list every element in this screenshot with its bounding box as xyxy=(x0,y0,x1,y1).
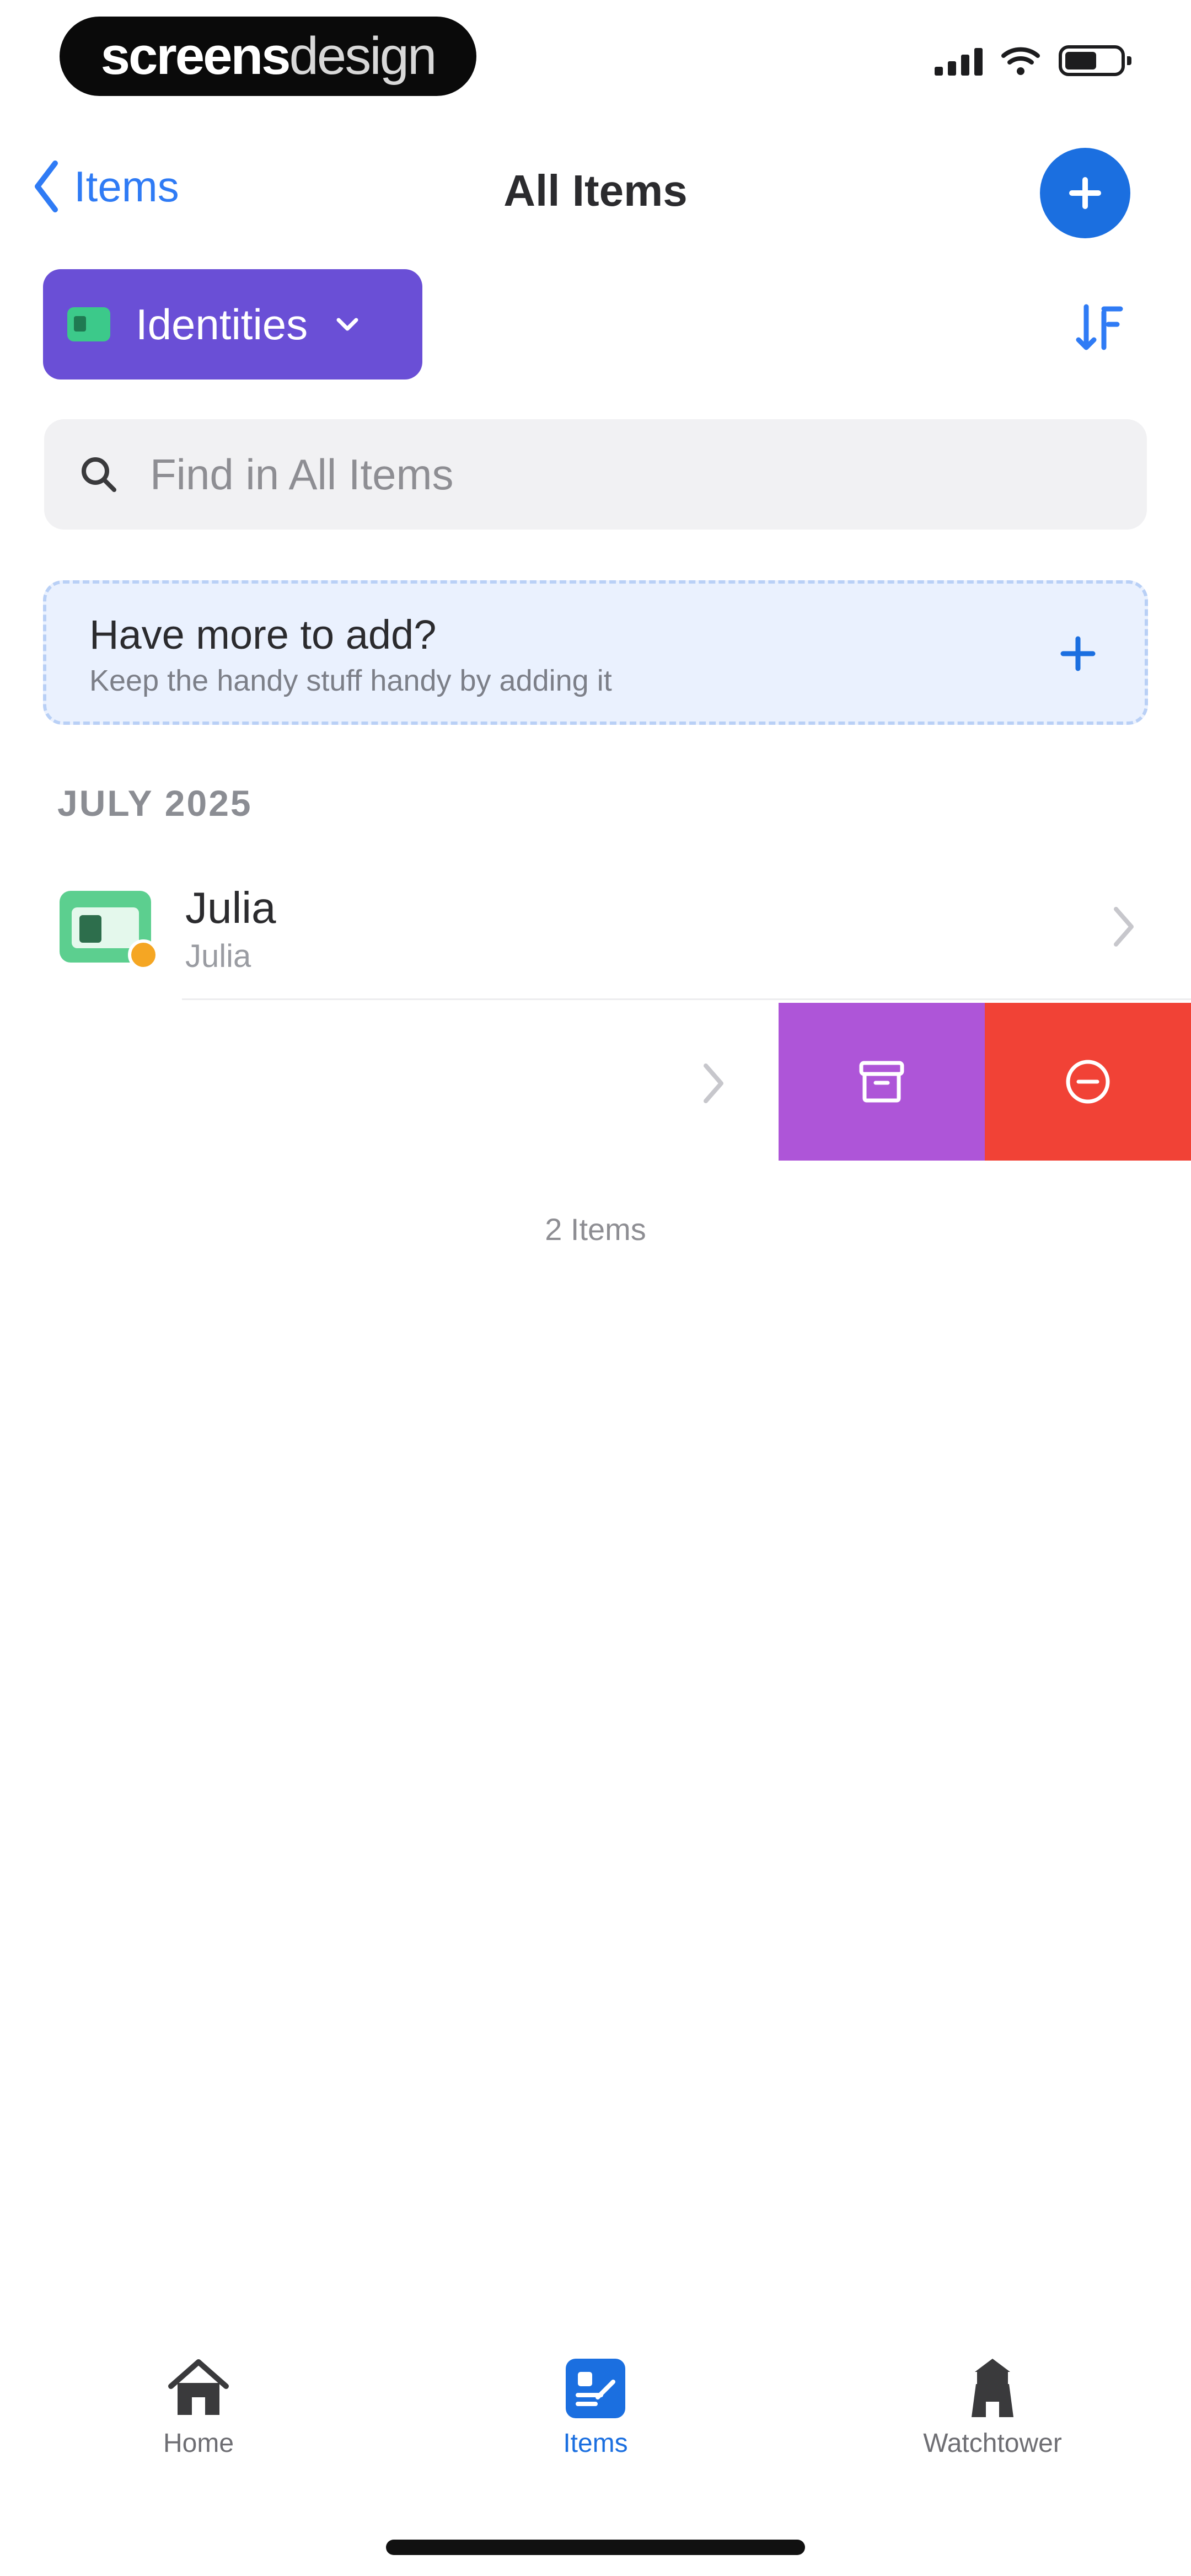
watchtower-icon xyxy=(972,2359,1013,2417)
section-heading: JULY 2025 xyxy=(57,783,253,824)
chevron-right-icon[interactable] xyxy=(699,1061,727,1105)
list-item-subtitle: Julia xyxy=(185,938,251,974)
plus-icon xyxy=(1069,177,1101,209)
tab-label: Watchtower xyxy=(923,2429,1062,2458)
home-indicator xyxy=(386,2540,805,2555)
add-more-card[interactable]: Have more to add? Keep the handy stuff h… xyxy=(43,580,1148,725)
brand-bold: screens xyxy=(100,26,291,85)
brand-light: design xyxy=(289,26,437,85)
promo-title: Have more to add? xyxy=(89,612,437,658)
page-title: All Items xyxy=(503,166,688,215)
sort-icon[interactable] xyxy=(1074,302,1124,352)
identity-card-icon xyxy=(60,891,159,970)
plus-icon[interactable] xyxy=(1059,634,1097,673)
items-icon xyxy=(566,2359,625,2418)
home-icon xyxy=(168,2359,229,2415)
tab-items[interactable]: Items xyxy=(452,2355,739,2459)
tab-label: Items xyxy=(563,2429,628,2458)
archive-icon xyxy=(859,1061,904,1103)
search-icon xyxy=(82,457,116,492)
search-bar[interactable] xyxy=(44,419,1147,530)
items-count: 2 Items xyxy=(545,1212,646,1247)
tab-watchtower[interactable]: Watchtower xyxy=(849,2355,1136,2459)
search-input[interactable] xyxy=(149,448,1033,500)
chevron-down-icon xyxy=(336,318,358,331)
wifi-icon xyxy=(1001,47,1040,75)
add-item-button[interactable] xyxy=(1040,148,1130,238)
battery-icon xyxy=(1059,45,1131,76)
list-item[interactable] xyxy=(0,861,1191,998)
signal-icon xyxy=(935,46,983,76)
divider xyxy=(182,998,1191,1000)
category-filter-button[interactable]: Identities xyxy=(43,269,422,380)
chevron-right-icon xyxy=(1114,907,1134,947)
delete-icon xyxy=(1066,1060,1110,1104)
identity-card-icon xyxy=(67,307,110,341)
status-icons xyxy=(935,45,1131,76)
favorite-badge xyxy=(128,939,159,970)
category-filter-label: Identities xyxy=(136,300,308,349)
list-item-title: Julia xyxy=(185,883,276,932)
promo-subtitle: Keep the handy stuff handy by adding it xyxy=(89,664,612,697)
tab-home[interactable]: Home xyxy=(55,2355,342,2459)
archive-button[interactable] xyxy=(779,1003,985,1161)
tab-label: Home xyxy=(163,2429,234,2458)
delete-button[interactable] xyxy=(985,1003,1191,1161)
brand-watermark: screens design xyxy=(60,17,476,96)
